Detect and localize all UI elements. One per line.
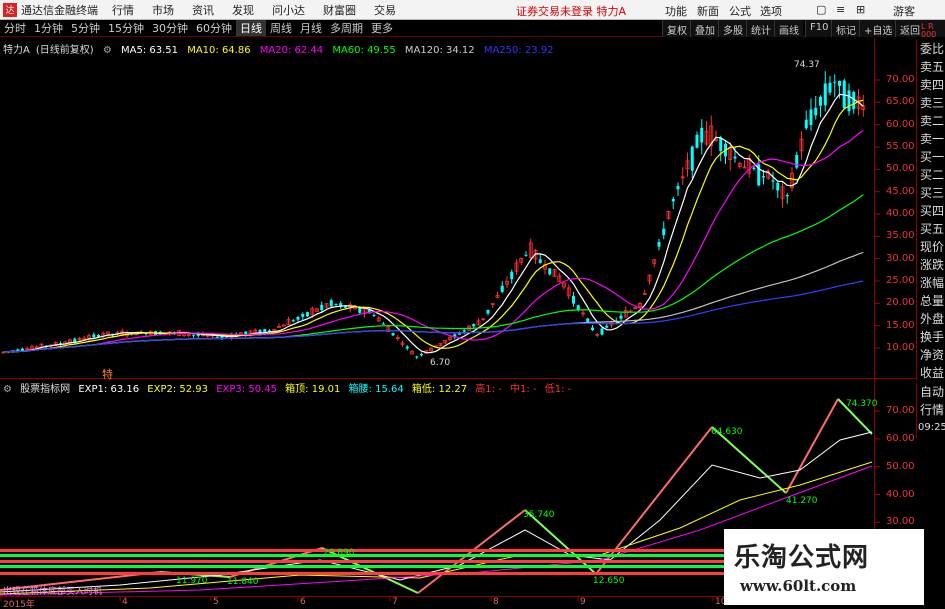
candle-body bbox=[196, 334, 200, 336]
candle-body bbox=[548, 268, 552, 275]
candle-body bbox=[619, 315, 623, 319]
sub-label-74370: 74.370 bbox=[846, 399, 878, 409]
candle-body bbox=[771, 180, 775, 182]
ma10-line bbox=[3, 99, 864, 353]
high-annotation: 74.37 bbox=[794, 60, 820, 70]
ma250-line bbox=[3, 280, 864, 353]
candle-body bbox=[600, 328, 604, 335]
candle-body bbox=[296, 316, 300, 320]
candle-body bbox=[809, 109, 813, 126]
candle-body bbox=[657, 242, 661, 247]
candle-body bbox=[391, 333, 395, 336]
candle-body bbox=[690, 146, 694, 171]
candle-body bbox=[838, 80, 841, 86]
candle-body bbox=[21, 348, 24, 351]
candle-body bbox=[733, 156, 737, 159]
candle-body bbox=[291, 320, 295, 322]
candle-body bbox=[472, 324, 476, 327]
candlestick-chart[interactable] bbox=[0, 0, 945, 609]
candle-body bbox=[524, 254, 528, 256]
sub-label-12650: 12.650 bbox=[593, 576, 625, 586]
candle-body bbox=[700, 127, 704, 143]
candle-body bbox=[804, 119, 808, 129]
candle-body bbox=[334, 303, 338, 305]
signal-band bbox=[0, 560, 724, 563]
low-annotation: 6.70 bbox=[430, 358, 451, 368]
watermark: 乐淘公式网 www.60lt.com bbox=[724, 529, 924, 605]
candle-body bbox=[301, 313, 305, 317]
candle-body bbox=[510, 271, 514, 280]
candle-body bbox=[828, 82, 832, 93]
candle-body bbox=[192, 334, 195, 336]
candle-body bbox=[662, 228, 666, 236]
candle-body bbox=[823, 83, 827, 106]
candle-body bbox=[382, 323, 385, 325]
sub-label-20890: 20.890 bbox=[323, 548, 355, 558]
watermark-url: www.60lt.com bbox=[740, 577, 857, 595]
sub-label-64630: 64.630 bbox=[711, 427, 743, 437]
candle-body bbox=[833, 81, 837, 83]
candle-body bbox=[281, 324, 286, 327]
candle-body bbox=[847, 90, 851, 112]
candle-body bbox=[320, 304, 324, 311]
candle-body bbox=[500, 285, 504, 292]
candle-body bbox=[695, 134, 699, 148]
candle-body bbox=[795, 154, 799, 168]
sub-label-11970: 11.970 bbox=[176, 576, 208, 586]
ma5-line bbox=[3, 93, 864, 354]
candle-body bbox=[572, 296, 575, 304]
ma20-line bbox=[3, 129, 864, 353]
signal-band bbox=[0, 554, 724, 557]
candle-body bbox=[486, 309, 490, 314]
signal-band bbox=[0, 549, 724, 552]
candle-body bbox=[676, 186, 680, 190]
candle-body bbox=[762, 176, 765, 178]
candle-body bbox=[819, 96, 822, 106]
buy-signal-text: 出现在箱体底部买入时机 bbox=[3, 587, 103, 597]
candle-body bbox=[814, 107, 818, 116]
signal-band bbox=[0, 565, 724, 568]
candle-body bbox=[92, 334, 96, 338]
candle-body bbox=[462, 330, 466, 332]
candle-body bbox=[776, 182, 780, 191]
sub-label-11840: 11.840 bbox=[227, 577, 259, 587]
candle-body bbox=[752, 167, 756, 170]
candle-body bbox=[405, 346, 409, 349]
candle-body bbox=[420, 353, 423, 356]
candle-body bbox=[605, 325, 609, 328]
candle-body bbox=[415, 356, 419, 358]
candle-body bbox=[306, 312, 309, 317]
candle-body bbox=[329, 300, 333, 307]
candle-body bbox=[458, 333, 461, 335]
candle-body bbox=[372, 314, 376, 316]
special-marker: 特 bbox=[102, 368, 113, 381]
ma60-line bbox=[3, 194, 864, 353]
candle-body bbox=[785, 194, 789, 197]
signal-band bbox=[0, 572, 724, 575]
candle-body bbox=[215, 336, 219, 338]
candle-body bbox=[538, 259, 542, 263]
watermark-title: 乐淘公式网 bbox=[734, 543, 870, 573]
candle-body bbox=[719, 137, 723, 152]
candle-body bbox=[671, 198, 675, 202]
sub-label-41270: 41.270 bbox=[786, 496, 818, 506]
sub-label-35740: 35.740 bbox=[523, 510, 555, 520]
candle-body bbox=[591, 327, 594, 331]
ma120-line bbox=[3, 251, 864, 353]
zigzag-segment bbox=[785, 398, 839, 494]
